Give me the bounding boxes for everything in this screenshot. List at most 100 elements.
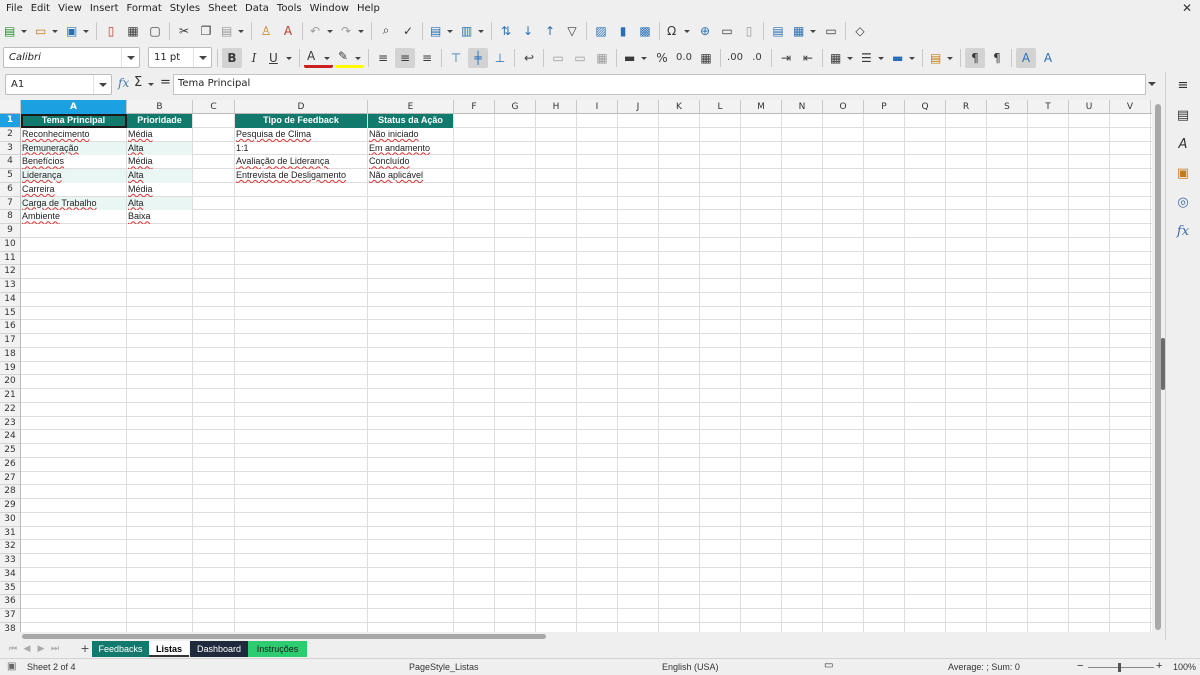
row-header[interactable]: 30: [0, 513, 20, 527]
row-header[interactable]: 37: [0, 609, 20, 623]
wrap-text-icon[interactable]: ↩: [519, 48, 539, 68]
row-header[interactable]: 26: [0, 458, 20, 472]
borders-icon[interactable]: ▦: [827, 48, 856, 68]
zoom-slider[interactable]: [1088, 667, 1154, 668]
column-header-o[interactable]: O: [823, 100, 864, 114]
row-header[interactable]: 35: [0, 582, 20, 596]
freeze-rows-columns-icon[interactable]: ▦: [790, 21, 819, 41]
page-style[interactable]: PageStyle_Listas: [409, 662, 479, 672]
sheet-tab-instrucoes[interactable]: Instruções: [248, 641, 307, 657]
select-all-corner[interactable]: [0, 100, 21, 114]
row-header[interactable]: 3: [0, 142, 20, 156]
row-header[interactable]: 24: [0, 430, 20, 444]
align-bottom-icon[interactable]: ⊥: [490, 48, 510, 68]
row-header[interactable]: 38: [0, 623, 20, 632]
new-document-icon[interactable]: ▤: [1, 21, 30, 41]
properties-icon[interactable]: ▤: [1174, 106, 1192, 124]
copy-icon[interactable]: ❐: [196, 21, 216, 41]
column-icon[interactable]: ▥: [458, 21, 487, 41]
selection-summary[interactable]: Average: ; Sum: 0: [948, 662, 1020, 672]
zoom-out-icon[interactable]: −: [1077, 660, 1083, 672]
column-header-h[interactable]: H: [536, 100, 577, 114]
align-right-icon[interactable]: ≡: [417, 48, 437, 68]
open-folder-icon[interactable]: ▭: [32, 21, 61, 41]
table-cell[interactable]: Entrevista de Desligamento: [235, 169, 367, 183]
border-color-icon[interactable]: ▬: [889, 48, 918, 68]
special-character-icon[interactable]: Ω: [664, 21, 693, 41]
scrollbar-thumb[interactable]: [22, 634, 546, 639]
column-header-p[interactable]: P: [864, 100, 905, 114]
hyperlink-icon[interactable]: ⊕: [695, 21, 715, 41]
number-format-icon[interactable]: 0.0: [674, 48, 694, 68]
sort-ascending-icon[interactable]: ↓: [518, 21, 538, 41]
add-sheet-icon[interactable]: +: [79, 642, 91, 656]
row-header[interactable]: 36: [0, 595, 20, 609]
table-cell[interactable]: Em andamento: [368, 142, 453, 156]
name-box[interactable]: A1: [5, 74, 112, 95]
menu-view[interactable]: View: [54, 0, 86, 17]
table-cell[interactable]: Remuneração: [21, 141, 126, 156]
row-header[interactable]: 17: [0, 334, 20, 348]
export-pdf-icon[interactable]: ▯: [101, 21, 121, 41]
menu-help[interactable]: Help: [353, 0, 384, 17]
row-header[interactable]: 15: [0, 307, 20, 321]
table-cell[interactable]: Alta: [127, 196, 192, 211]
print-icon[interactable]: ▦: [123, 21, 143, 41]
zoom-in-icon[interactable]: +: [1156, 660, 1162, 672]
highlight-color-icon[interactable]: ✎: [335, 48, 364, 68]
zoom-slider-knob[interactable]: [1118, 663, 1121, 672]
column-header-j[interactable]: J: [618, 100, 659, 114]
chevron-down-icon[interactable]: [121, 48, 139, 67]
text-direction-rtl-icon[interactable]: ¶: [987, 48, 1007, 68]
column-header-b[interactable]: B: [127, 100, 193, 114]
column-header-c[interactable]: C: [193, 100, 235, 114]
row-header[interactable]: 12: [0, 265, 20, 279]
table-cell[interactable]: Concluído: [368, 155, 453, 169]
text-direction-top-left-icon[interactable]: A: [1038, 48, 1058, 68]
save-icon[interactable]: ▣: [63, 21, 92, 41]
show-draw-functions-icon[interactable]: ◇: [850, 21, 870, 41]
row-header[interactable]: 21: [0, 389, 20, 403]
table-cell[interactable]: Carga de Trabalho: [21, 196, 126, 211]
row-header[interactable]: 2: [0, 128, 20, 142]
pivot-table-icon[interactable]: ▩: [635, 21, 655, 41]
row-header[interactable]: 11: [0, 252, 20, 266]
table-cell[interactable]: Média: [127, 128, 192, 142]
selection-mode-icon[interactable]: ▭: [824, 660, 833, 671]
undo-icon[interactable]: ↶: [307, 21, 336, 41]
border-style-icon[interactable]: ☰: [858, 48, 887, 68]
row-header[interactable]: 25: [0, 444, 20, 458]
font-name-box[interactable]: Calibri: [3, 47, 140, 68]
table-cell[interactable]: Pesquisa de Clima: [235, 128, 367, 142]
table-cell[interactable]: Carreira: [21, 183, 126, 197]
percent-format-icon[interactable]: %: [652, 48, 672, 68]
conditional-format-icon[interactable]: ▤: [927, 48, 956, 68]
table-header-cell[interactable]: Status da Ação: [368, 114, 453, 128]
increase-indent-icon[interactable]: ⇥: [776, 48, 796, 68]
row-header[interactable]: 18: [0, 348, 20, 362]
navigator-icon[interactable]: ◎: [1174, 193, 1192, 211]
table-cell[interactable]: Benefícios: [21, 155, 126, 169]
table-cell[interactable]: Alta: [127, 169, 192, 183]
column-header-e[interactable]: E: [368, 100, 454, 114]
menu-edit[interactable]: Edit: [27, 0, 54, 17]
row-icon[interactable]: ▤: [427, 21, 456, 41]
sum-icon[interactable]: Σ: [134, 75, 142, 90]
text-direction-ltr-icon[interactable]: ¶: [965, 47, 985, 68]
row-header[interactable]: 27: [0, 472, 20, 486]
zoom-level[interactable]: 100%: [1173, 662, 1196, 672]
menu-tools[interactable]: Tools: [273, 0, 306, 17]
add-decimal-icon[interactable]: .00: [725, 48, 745, 68]
sheet-tab-listas[interactable]: Listas: [149, 641, 189, 657]
bold-icon[interactable]: B: [222, 47, 242, 68]
sort-descending-icon[interactable]: ↑: [540, 21, 560, 41]
merge-cells-icon[interactable]: ▭: [570, 48, 590, 68]
row-header[interactable]: 4: [0, 155, 20, 169]
table-cell[interactable]: 1:1: [235, 142, 367, 156]
function-wizard-icon[interactable]: fx: [118, 76, 129, 90]
row-header[interactable]: 34: [0, 568, 20, 582]
menu-insert[interactable]: Insert: [86, 0, 123, 17]
menu-styles[interactable]: Styles: [166, 0, 204, 17]
spelling-icon[interactable]: ✓: [398, 21, 418, 41]
sheet-tab-dashboard[interactable]: Dashboard: [190, 641, 248, 657]
